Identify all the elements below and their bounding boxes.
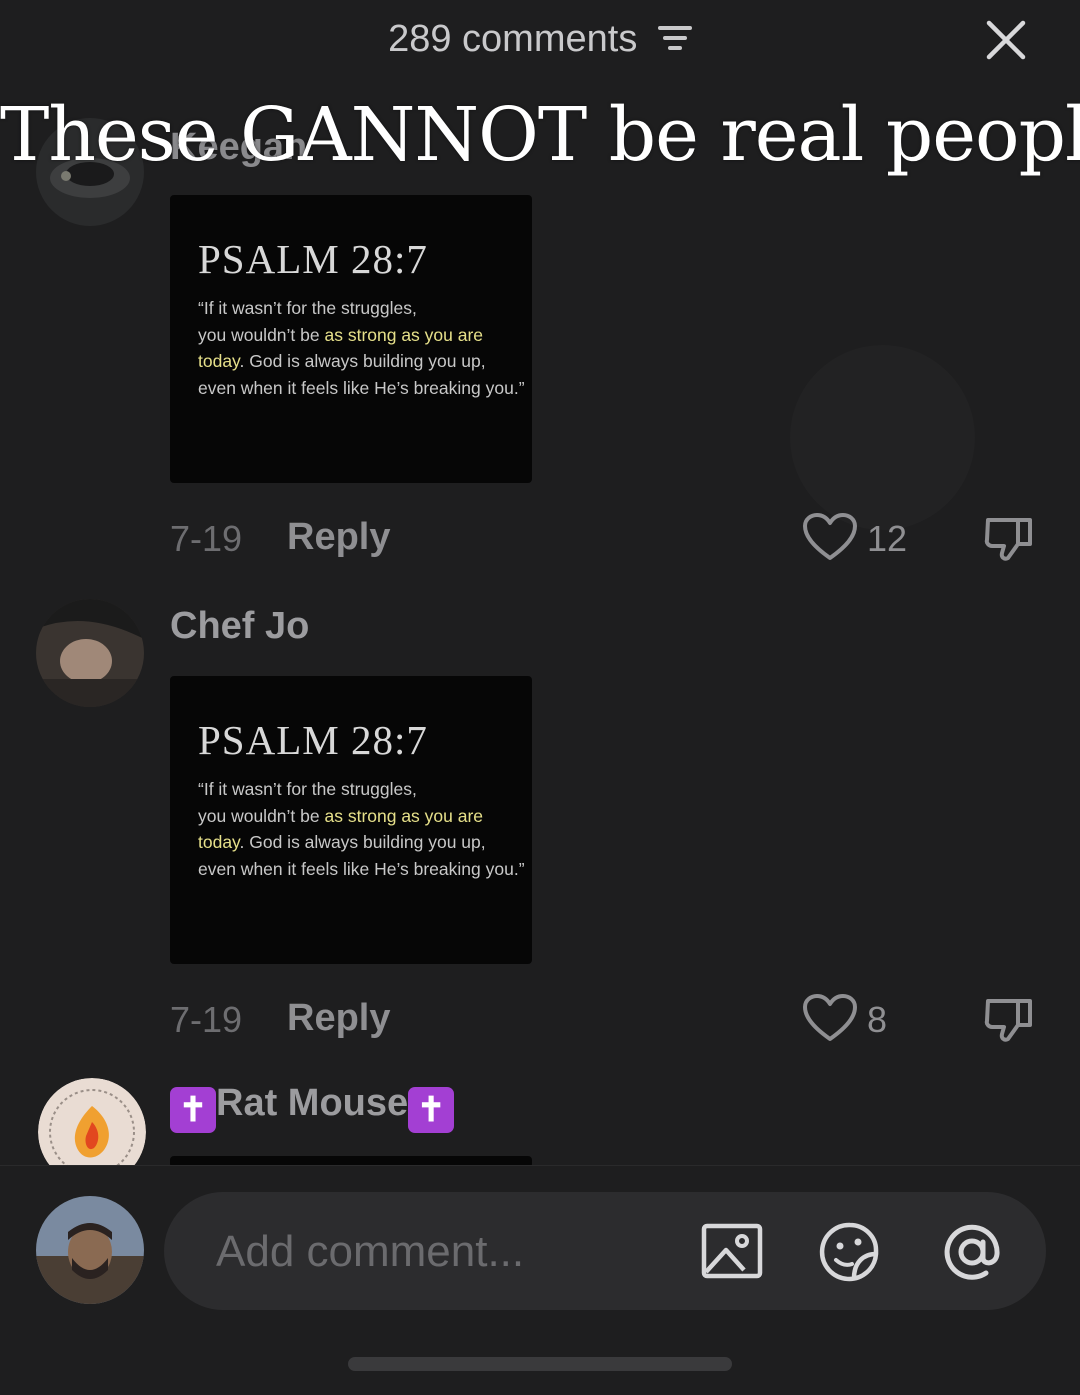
comment-meta-row: 7-19 Reply 12	[170, 512, 1050, 562]
overlay-caption: These GANNOT be real people	[0, 92, 1080, 178]
home-indicator[interactable]	[348, 1357, 732, 1371]
mention-at-icon[interactable]	[940, 1220, 1004, 1284]
close-icon[interactable]	[984, 18, 1028, 62]
comment-image-card[interactable]: PSALM 28:7 “If it wasn’t for the struggl…	[170, 195, 532, 483]
card-title: PSALM 28:7	[198, 236, 428, 282]
cross-badge-icon: ✝	[408, 1087, 455, 1133]
like-count: 8	[867, 999, 888, 1040]
comment-username[interactable]: Chef Jo	[170, 605, 309, 648]
reply-button[interactable]: Reply	[287, 997, 390, 1040]
card-quote: “If it wasn’t for the struggles, you wou…	[198, 779, 525, 879]
image-icon[interactable]	[700, 1220, 764, 1284]
emoji-sticker-icon[interactable]	[818, 1220, 882, 1284]
comment-input-field[interactable]	[164, 1192, 1046, 1310]
avatar[interactable]	[36, 1196, 144, 1304]
thumbs-down-icon[interactable]	[982, 512, 1038, 564]
thumbs-down-icon[interactable]	[982, 993, 1038, 1045]
card-quote: “If it wasn’t for the struggles, you wou…	[198, 298, 525, 398]
cross-badge-icon: ✝	[170, 1087, 216, 1133]
comments-header: 289 comments	[0, 0, 1080, 80]
sort-lines-icon[interactable]	[657, 19, 692, 62]
comments-count-label: 289 comments	[388, 18, 638, 60]
comment-username-row[interactable]: ✝ Rat Mouse ✝	[170, 1082, 455, 1133]
heart-icon[interactable]	[802, 993, 858, 1043]
avatar[interactable]	[36, 599, 144, 707]
reply-button[interactable]: Reply	[287, 516, 390, 559]
comment-input[interactable]	[214, 1218, 668, 1286]
comments-count-title[interactable]: 289 comments	[0, 18, 1080, 62]
like-count: 12	[867, 518, 908, 559]
heart-icon[interactable]	[802, 512, 858, 562]
comment-meta-row: 7-19 Reply 8	[170, 993, 1050, 1043]
comment-image-card[interactable]: PSALM 28:7 “If it wasn’t for the struggl…	[170, 676, 532, 964]
comment-username: Rat Mouse	[216, 1082, 409, 1124]
background-shape	[790, 345, 975, 530]
comment-date: 7-19	[170, 999, 243, 1040]
comment-date: 7-19	[170, 518, 243, 559]
card-title: PSALM 28:7	[198, 717, 428, 763]
